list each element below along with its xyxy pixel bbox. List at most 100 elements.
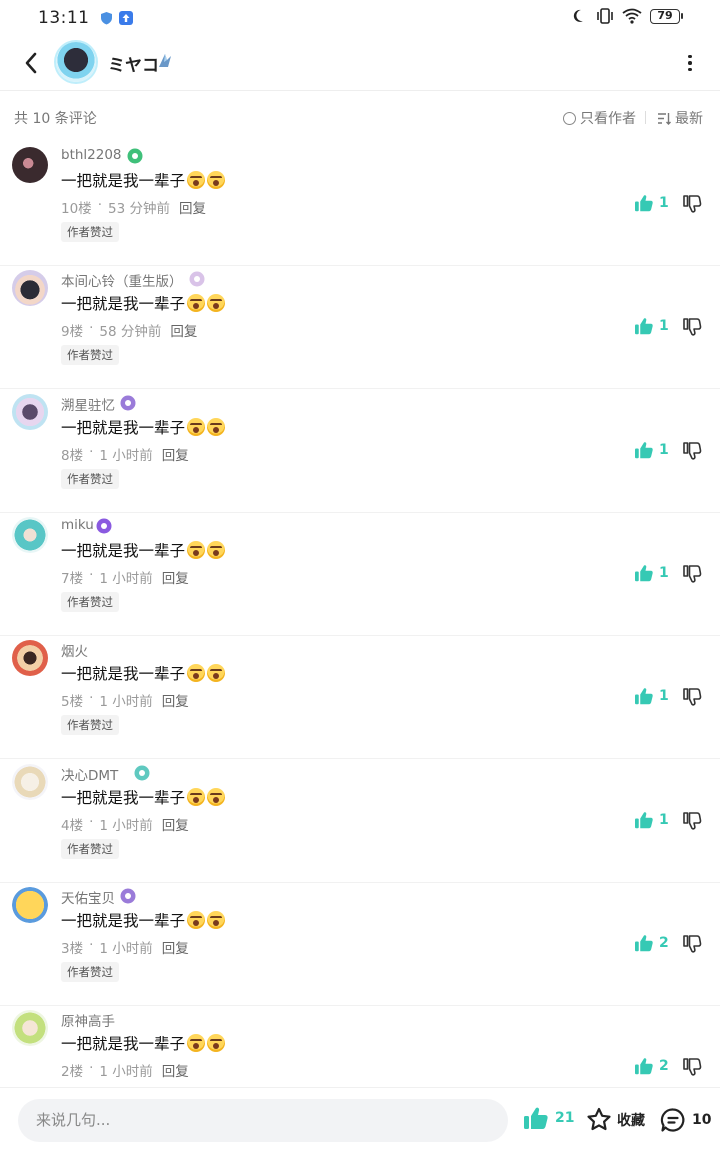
comment-text: 一把就是我一辈子	[61, 909, 226, 931]
thumbs-down-icon[interactable]	[682, 194, 702, 214]
reply-button[interactable]: 回复	[162, 690, 189, 710]
author-liked-badge: 作者赞过	[61, 468, 119, 489]
reply-button[interactable]: 回复	[162, 814, 189, 834]
username[interactable]: 原神高手	[61, 1010, 115, 1030]
username[interactable]: 决心DMT	[61, 764, 118, 784]
username[interactable]: 烟火	[61, 640, 88, 660]
favorite-button[interactable]: 收藏	[586, 1107, 645, 1132]
comment-item: 溯星驻忆 一把就是我一辈子 8楼 · 1 小时前 回复 作者赞过 1	[0, 390, 720, 513]
thumbs-down-icon[interactable]	[682, 564, 702, 584]
reply-button[interactable]: 回复	[162, 937, 189, 957]
user-avatar[interactable]	[12, 886, 48, 923]
shield-icon	[100, 12, 112, 25]
author-liked-badge: 作者赞过	[61, 591, 119, 612]
thumbs-down-icon[interactable]	[682, 687, 702, 707]
thumbs-down-icon[interactable]	[682, 441, 702, 461]
comment-text: 一把就是我一辈子	[61, 539, 226, 561]
author-name[interactable]: ミヤコ	[108, 51, 159, 76]
floor-number: 5楼	[61, 694, 84, 711]
like-button[interactable]: 1	[634, 687, 669, 705]
like-count: 1	[659, 811, 669, 828]
user-avatar[interactable]	[12, 1010, 48, 1047]
like-post-button[interactable]: 21	[523, 1106, 574, 1130]
author-liked-badge: 作者赞过	[61, 961, 119, 982]
comment-item: miku 一把就是我一辈子 7楼 · 1 小时前 回复 作者赞过 1	[0, 513, 720, 636]
comment-time: 53 分钟前	[107, 201, 170, 217]
username[interactable]: 天佑宝贝	[61, 887, 115, 907]
comment-input[interactable]: 来说几句...	[18, 1099, 508, 1142]
comment-item: bthl2208 一把就是我一辈子 10楼 · 53 分钟前 回复 作者赞过 1	[0, 143, 720, 266]
crying-emoji-icon	[187, 1034, 206, 1053]
floor-number: 2楼	[61, 1064, 84, 1081]
star-icon	[587, 1107, 611, 1131]
user-avatar[interactable]	[12, 270, 48, 307]
chevron-left-icon	[25, 52, 37, 74]
battery-indicator: 79	[650, 8, 683, 24]
crying-emoji-icon	[207, 664, 226, 683]
character-badge-icon	[189, 271, 205, 287]
reply-button[interactable]: 回复	[162, 444, 189, 464]
like-button[interactable]: 1	[634, 317, 669, 335]
comment-text: 一把就是我一辈子	[61, 1032, 226, 1054]
comment-count: 共 10 条评论	[14, 111, 97, 127]
crying-emoji-icon	[187, 171, 206, 189]
username[interactable]: 本间心铃（重生版）	[61, 270, 183, 290]
comments-button[interactable]: 10	[660, 1107, 711, 1133]
like-count: 2	[659, 1058, 669, 1075]
comment-time: 58 分钟前	[99, 324, 162, 341]
like-button[interactable]: 1	[634, 194, 669, 212]
thumbs-down-icon[interactable]	[682, 934, 702, 954]
user-avatar[interactable]	[12, 147, 48, 183]
thumbs-down-icon[interactable]	[682, 317, 702, 337]
floor-number: 4楼	[61, 817, 84, 834]
comment-time: 1 小时前	[99, 570, 153, 587]
like-button[interactable]: 2	[634, 1057, 669, 1075]
author-only-filter[interactable]: 只看作者	[563, 108, 636, 128]
comment-time: 1 小时前	[99, 817, 153, 834]
comment-time: 1 小时前	[99, 1064, 153, 1081]
crying-emoji-icon	[207, 171, 226, 189]
comment-text: 一把就是我一辈子	[61, 662, 226, 684]
comment-text: 一把就是我一辈子	[61, 416, 226, 438]
reply-button[interactable]: 回复	[179, 197, 206, 217]
comment-bubble-icon	[660, 1108, 685, 1132]
crying-emoji-icon	[207, 910, 226, 929]
crying-emoji-icon	[187, 664, 206, 683]
sort-latest-button[interactable]: 最新	[657, 108, 703, 128]
user-avatar[interactable]	[12, 516, 48, 553]
thumbs-up-icon	[635, 441, 653, 458]
more-options-button[interactable]	[680, 50, 700, 76]
sort-icon	[658, 112, 671, 125]
reply-button[interactable]: 回复	[162, 567, 189, 587]
like-button[interactable]: 1	[634, 811, 669, 829]
username[interactable]: miku	[61, 517, 94, 533]
post-like-count: 21	[555, 1110, 575, 1126]
comment-meta: 8楼 · 1 小时前 回复	[61, 443, 189, 464]
user-avatar[interactable]	[12, 393, 48, 430]
crying-emoji-icon	[207, 540, 226, 559]
username[interactable]: bthl2208	[61, 147, 122, 163]
like-button[interactable]: 2	[634, 934, 669, 952]
thumbs-down-icon[interactable]	[682, 811, 702, 831]
crying-emoji-icon	[207, 787, 226, 806]
author-avatar[interactable]	[56, 42, 96, 82]
user-avatar[interactable]	[12, 640, 48, 677]
author-liked-badge: 作者赞过	[61, 838, 119, 859]
reply-button[interactable]: 回复	[170, 320, 197, 340]
crying-emoji-icon	[207, 294, 226, 313]
user-avatar[interactable]	[12, 763, 48, 800]
like-count: 1	[659, 441, 669, 458]
home-badge-icon	[127, 148, 143, 164]
username[interactable]: 溯星驻忆	[61, 394, 115, 414]
like-button[interactable]: 1	[634, 564, 669, 582]
like-count: 2	[659, 934, 669, 951]
thumbs-up-icon	[635, 688, 653, 705]
comment-time: 1 小时前	[99, 694, 153, 711]
like-count: 1	[659, 688, 669, 705]
like-button[interactable]: 1	[634, 441, 669, 459]
reply-button[interactable]: 回复	[162, 1060, 189, 1080]
thumbs-down-icon[interactable]	[682, 1057, 702, 1077]
vibrate-icon	[597, 8, 613, 24]
back-button[interactable]	[16, 48, 46, 78]
thumbs-up-icon	[635, 935, 653, 952]
